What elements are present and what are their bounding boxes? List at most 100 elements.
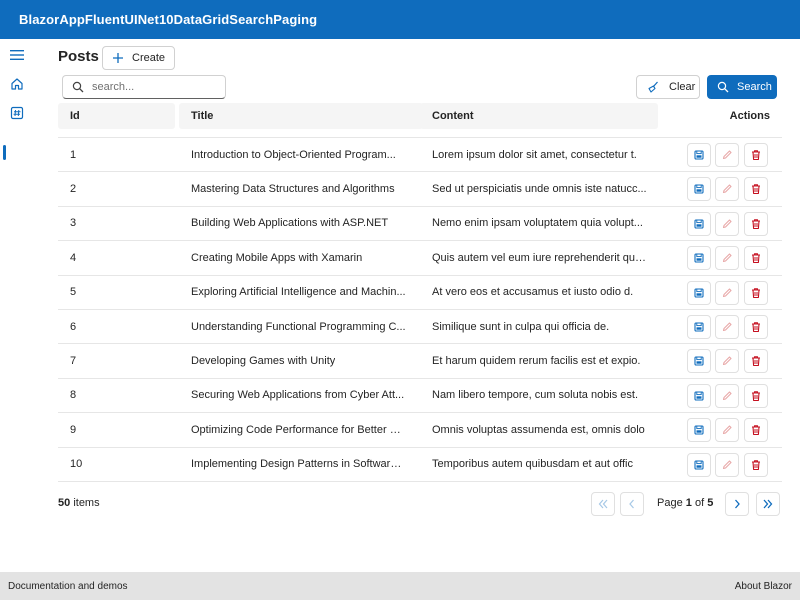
- edit-icon: [722, 288, 732, 297]
- delete-button[interactable]: [744, 280, 768, 305]
- cell-title: Developing Games with Unity: [191, 344, 407, 377]
- next-page-button[interactable]: [725, 492, 749, 516]
- edit-button[interactable]: [715, 143, 739, 167]
- cell-id: 1: [70, 138, 160, 171]
- cell-content: Omnis voluptas assumenda est, omnis dolo: [432, 413, 648, 446]
- nav-home-button[interactable]: [7, 74, 27, 94]
- grid-header-row: Id Title Content Actions: [58, 101, 782, 138]
- search-button[interactable]: Search: [707, 75, 777, 99]
- save-button[interactable]: [687, 211, 711, 236]
- delete-icon: [752, 356, 760, 367]
- table-row[interactable]: 7 Developing Games with Unity Et harum qui…: [58, 344, 782, 379]
- first-page-button[interactable]: [591, 492, 615, 516]
- table-row[interactable]: 4 Creating Mobile Apps with Xamarin Quis a…: [58, 241, 782, 276]
- current-page: 1: [685, 497, 692, 509]
- table-row[interactable]: 5 Exploring Artificial Intelligence and M…: [58, 276, 782, 310]
- plus-icon: [113, 53, 123, 63]
- delete-button[interactable]: [744, 314, 768, 339]
- edit-icon: [722, 322, 732, 332]
- cell-id-text: 7: [70, 355, 77, 368]
- cell-title-text: Creating Mobile Apps with Xamarin: [191, 251, 363, 264]
- save-button[interactable]: [687, 383, 711, 408]
- save-button[interactable]: [687, 452, 711, 477]
- delete-button[interactable]: [744, 143, 768, 167]
- edit-button[interactable]: [715, 246, 739, 271]
- save-button[interactable]: [687, 143, 711, 167]
- chevron-right-icon: [735, 499, 740, 509]
- save-icon: [694, 150, 704, 160]
- cell-content-text: Et harum quidem rerum facilis est et exp…: [432, 355, 641, 368]
- column-header-content[interactable]: Content: [420, 103, 658, 129]
- edit-icon: [722, 425, 732, 435]
- cell-id: 4: [70, 241, 160, 274]
- chevron-left-icon: [629, 499, 634, 509]
- cell-content: Nam libero tempore, cum soluta nobis est…: [432, 379, 648, 412]
- save-button[interactable]: [687, 280, 711, 305]
- cell-title-text: Securing Web Applications from Cyber Att…: [191, 389, 405, 402]
- clear-button[interactable]: Clear: [636, 75, 700, 99]
- delete-button[interactable]: [744, 418, 768, 443]
- hamburger-menu-button[interactable]: [7, 45, 27, 65]
- delete-button[interactable]: [744, 246, 768, 271]
- cell-id-text: 1: [70, 148, 77, 161]
- save-icon: [694, 356, 704, 366]
- side-nav: [0, 39, 33, 572]
- save-button[interactable]: [687, 177, 711, 202]
- edit-button[interactable]: [715, 418, 739, 443]
- table-row[interactable]: 3 Building Web Applications with ASP.NET N…: [58, 207, 782, 242]
- delete-button[interactable]: [744, 452, 768, 477]
- table-row[interactable]: 8 Securing Web Applications from Cyber At…: [58, 379, 782, 414]
- edit-button[interactable]: [715, 452, 739, 477]
- cell-title: Understanding Functional Programming C..…: [191, 310, 407, 343]
- search-input[interactable]: [92, 81, 212, 93]
- delete-button[interactable]: [744, 349, 768, 374]
- create-button-label: Create: [132, 52, 166, 64]
- last-page-button[interactable]: [756, 492, 780, 516]
- cell-title-text: Introduction to Object-Oriented Program.…: [191, 148, 396, 161]
- delete-button[interactable]: [744, 177, 768, 202]
- column-header-id[interactable]: Id: [58, 103, 175, 129]
- create-button[interactable]: Create: [102, 46, 175, 70]
- nav-grid-button[interactable]: [7, 103, 27, 123]
- cell-title-text: Understanding Functional Programming C..…: [191, 320, 406, 333]
- cell-content-text: Temporibus autem quibusdam et aut offic: [432, 458, 633, 471]
- table-row[interactable]: 6 Understanding Functional Programming C.…: [58, 310, 782, 345]
- column-header-title[interactable]: Title: [179, 103, 423, 129]
- previous-page-button[interactable]: [620, 492, 644, 516]
- edit-button[interactable]: [715, 211, 739, 236]
- cell-content-text: Omnis voluptas assumenda est, omnis dolo: [432, 423, 645, 436]
- about-blazor-link[interactable]: About Blazor: [735, 581, 792, 592]
- save-icon: [694, 219, 704, 229]
- save-button[interactable]: [687, 418, 711, 443]
- documentation-link[interactable]: Documentation and demos: [8, 581, 128, 592]
- cell-id-text: 10: [70, 458, 83, 471]
- broom-icon: [648, 81, 658, 93]
- hamburger-icon: [10, 50, 24, 60]
- cell-id-text: 5: [70, 286, 77, 299]
- total-pages: 5: [707, 497, 714, 509]
- save-button[interactable]: [687, 314, 711, 339]
- table-row[interactable]: 10 Implementing Design Patterns in Softwa…: [58, 448, 782, 482]
- delete-icon: [752, 459, 760, 470]
- edit-button[interactable]: [715, 177, 739, 202]
- delete-button[interactable]: [744, 383, 768, 408]
- edit-button[interactable]: [715, 349, 739, 374]
- app-title[interactable]: BlazorAppFluentUINet10DataGridSearchPagi…: [19, 12, 317, 27]
- edit-button[interactable]: [715, 280, 739, 305]
- save-button[interactable]: [687, 246, 711, 271]
- grid-body: 1 Introduction to Object-Oriented Program…: [58, 138, 782, 482]
- table-row[interactable]: 2 Mastering Data Structures and Algorithm…: [58, 172, 782, 207]
- cell-title-text: Mastering Data Structures and Algorithms: [191, 183, 395, 196]
- table-row[interactable]: 1 Introduction to Object-Oriented Program…: [58, 138, 782, 173]
- column-header-actions: Actions: [729, 110, 770, 122]
- cell-id: 8: [70, 379, 160, 412]
- footer-bar: Documentation and demos About Blazor: [0, 572, 800, 600]
- search-field[interactable]: [62, 75, 226, 99]
- edit-button[interactable]: [715, 383, 739, 408]
- delete-icon: [752, 253, 760, 264]
- delete-button[interactable]: [744, 211, 768, 236]
- table-row[interactable]: 9 Optimizing Code Performance for Better …: [58, 413, 782, 448]
- save-button[interactable]: [687, 349, 711, 374]
- edit-button[interactable]: [715, 314, 739, 339]
- cell-id: 10: [70, 448, 160, 481]
